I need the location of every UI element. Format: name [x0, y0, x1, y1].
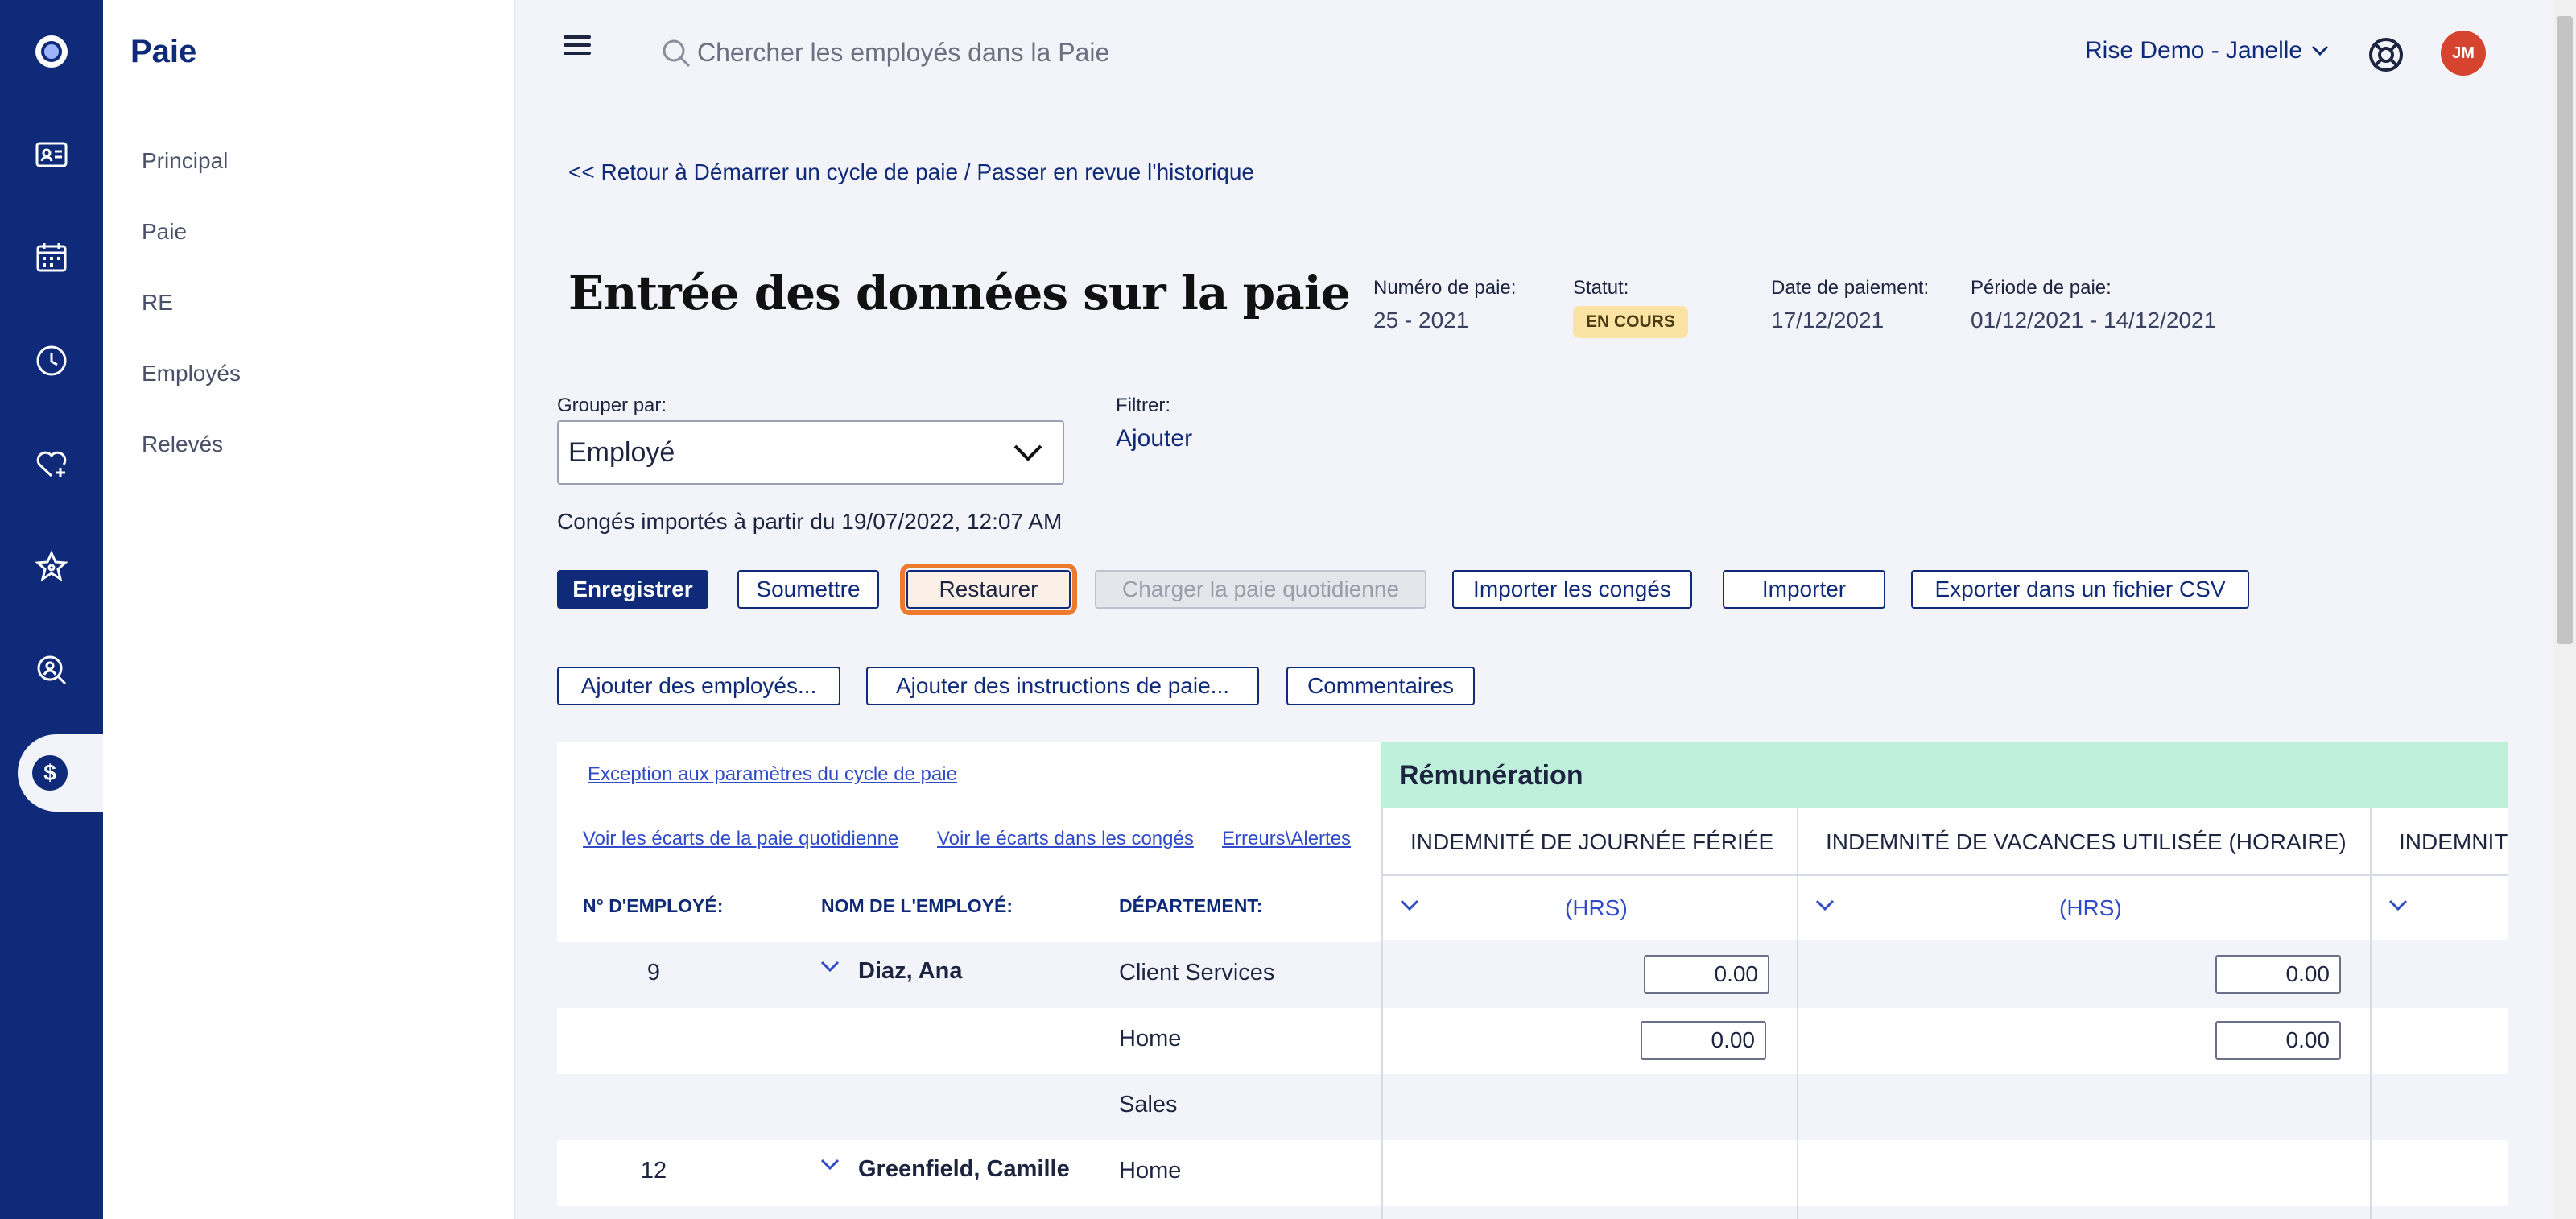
- chevron-down-icon: [2312, 45, 2329, 56]
- import-leave-button[interactable]: Importer les congés: [1452, 570, 1692, 609]
- restore-button[interactable]: Restaurer: [900, 564, 1077, 615]
- col-header-employee-number[interactable]: N° D'EMPLOYÉ:: [583, 895, 723, 917]
- status-block: Statut: EN COURS: [1573, 277, 1688, 338]
- remuneration-header: Rémunération: [1381, 742, 2508, 808]
- column-divider: [2370, 808, 2372, 1219]
- chevron-down-icon[interactable]: [1814, 899, 1835, 913]
- pay-number-value: 25 - 2021: [1373, 308, 1469, 333]
- vacation-pay-input[interactable]: [2215, 1021, 2341, 1060]
- page-title: Entrée des données sur la paie: [568, 266, 1351, 320]
- col-header-employee-name[interactable]: NOM DE L'EMPLOYÉ:: [821, 895, 1013, 917]
- sidebar-item-principal[interactable]: Principal: [142, 148, 228, 174]
- earnings-unit-row: [1381, 876, 2508, 940]
- side-nav-title: Paie: [130, 34, 197, 69]
- payment-date-label: Date de paiement:: [1771, 277, 1930, 299]
- earnings-section: Rémunération INDEMNITÉ DE JOURNÉE FÉRIÉE…: [1381, 742, 2508, 1219]
- cycle-exception-link[interactable]: Exception aux paramètres du cycle de pai…: [588, 763, 957, 786]
- employee-name[interactable]: Greenfield, Camille: [858, 1156, 1070, 1183]
- clock-icon[interactable]: [24, 333, 79, 388]
- employee-card-icon[interactable]: [24, 127, 79, 182]
- filter-label: Filtrer:: [1116, 395, 1170, 416]
- heart-plus-icon[interactable]: [24, 436, 79, 491]
- sidebar-item-paie[interactable]: Paie: [142, 219, 187, 245]
- logo-icon[interactable]: [24, 24, 79, 79]
- back-link[interactable]: << Retour à Démarrer un cycle de paie / …: [568, 159, 1254, 185]
- holiday-pay-input[interactable]: [1644, 955, 1769, 994]
- search-person-icon[interactable]: [24, 643, 79, 697]
- filter-add-link[interactable]: Ajouter: [1116, 425, 1192, 452]
- search-icon: [663, 39, 691, 68]
- leave-gaps-link[interactable]: Voir le écarts dans les congés: [937, 828, 1194, 850]
- avatar[interactable]: JM: [2441, 31, 2486, 76]
- unit-label: (HRS): [2059, 895, 2122, 920]
- leave-import-info: Congés importés à partir du 19/07/2022, …: [557, 509, 1063, 534]
- dollar-icon[interactable]: $: [32, 755, 68, 791]
- expand-chevron-icon[interactable]: [819, 1158, 840, 1172]
- group-by-label: Grouper par:: [557, 395, 667, 416]
- search-input[interactable]: [697, 32, 1422, 72]
- org-name: Rise Demo - Janelle: [2085, 37, 2303, 64]
- status-badge: EN COURS: [1573, 306, 1688, 338]
- add-employees-button[interactable]: Ajouter des employés...: [557, 667, 840, 705]
- employee-name[interactable]: Diaz, Ana: [858, 958, 962, 985]
- holiday-pay-input[interactable]: [1641, 1021, 1766, 1060]
- chevron-down-icon[interactable]: [2388, 899, 2409, 913]
- errors-alerts-link[interactable]: Erreurs\Alertes: [1222, 828, 1351, 850]
- group-by-select[interactable]: Employé: [557, 420, 1064, 485]
- group-by-value: Employé: [568, 436, 675, 468]
- department: Sales: [1119, 1092, 1178, 1118]
- status-label: Statut:: [1573, 277, 1629, 299]
- department: Home: [1119, 1026, 1182, 1052]
- menu-icon[interactable]: [564, 35, 591, 56]
- app-rail: $: [0, 0, 103, 1219]
- scrollbar-thumb[interactable]: [2557, 16, 2573, 644]
- import-button[interactable]: Importer: [1723, 570, 1885, 609]
- sidebar-item-re[interactable]: RE: [142, 290, 173, 316]
- add-pay-instructions-button[interactable]: Ajouter des instructions de paie...: [866, 667, 1259, 705]
- sidebar-item-releves[interactable]: Relevés: [142, 432, 223, 457]
- org-switcher[interactable]: Rise Demo - Janelle: [2085, 37, 2330, 64]
- pay-period-value: 01/12/2021 - 14/12/2021: [1971, 308, 2217, 333]
- export-csv-button[interactable]: Exporter dans un fichier CSV: [1911, 570, 2249, 609]
- load-daily-pay-button[interactable]: Charger la paie quotidienne: [1095, 570, 1426, 609]
- department: Client Services: [1119, 960, 1275, 986]
- chevron-down-icon: [1013, 444, 1042, 461]
- pay-period-label: Période de paie:: [1971, 277, 2112, 299]
- chevron-down-icon[interactable]: [1399, 899, 1420, 913]
- col-header-holiday-pay: INDEMNITÉ DE JOURNÉE FÉRIÉE: [1410, 829, 1774, 854]
- col-header-next-earning: INDEMNIT: [2399, 829, 2508, 854]
- daily-pay-gaps-link[interactable]: Voir les écarts de la paie quotidienne: [583, 828, 898, 850]
- payment-date-value: 17/12/2021: [1771, 308, 1885, 333]
- save-button[interactable]: Enregistrer: [557, 570, 708, 609]
- expand-chevron-icon[interactable]: [819, 960, 840, 974]
- star-icon[interactable]: [24, 539, 79, 594]
- payment-date-block: Date de paiement: 17/12/2021: [1771, 277, 1929, 333]
- unit-label: (HRS): [1565, 895, 1628, 920]
- col-header-department[interactable]: DÉPARTEMENT:: [1119, 895, 1262, 917]
- column-divider: [1381, 808, 1383, 1219]
- department: Home: [1119, 1158, 1182, 1184]
- comments-button[interactable]: Commentaires: [1286, 667, 1475, 705]
- pay-number-label: Numéro de paie:: [1373, 277, 1517, 299]
- calendar-icon[interactable]: [24, 230, 79, 285]
- side-nav: Paie Principal Paie RE Employés Relevés: [103, 0, 515, 1219]
- employee-number: 9: [646, 960, 661, 986]
- vacation-pay-input[interactable]: [2215, 955, 2341, 994]
- column-divider: [1797, 808, 1798, 1219]
- payroll-table: Exception aux paramètres du cycle de pai…: [557, 742, 2508, 1219]
- submit-button[interactable]: Soumettre: [737, 570, 879, 609]
- page-scrollbar[interactable]: [2553, 0, 2576, 1219]
- help-lifebuoy-icon[interactable]: [2367, 35, 2405, 74]
- sidebar-item-employes[interactable]: Employés: [142, 361, 241, 386]
- pay-number-block: Numéro de paie: 25 - 2021: [1373, 277, 1516, 333]
- col-header-vacation-pay: INDEMNITÉ DE VACANCES UTILISÉE (HORAIRE): [1826, 829, 2347, 854]
- pay-period-block: Période de paie: 01/12/2021 - 14/12/2021: [1971, 277, 2216, 333]
- employee-number: 12: [640, 1158, 667, 1184]
